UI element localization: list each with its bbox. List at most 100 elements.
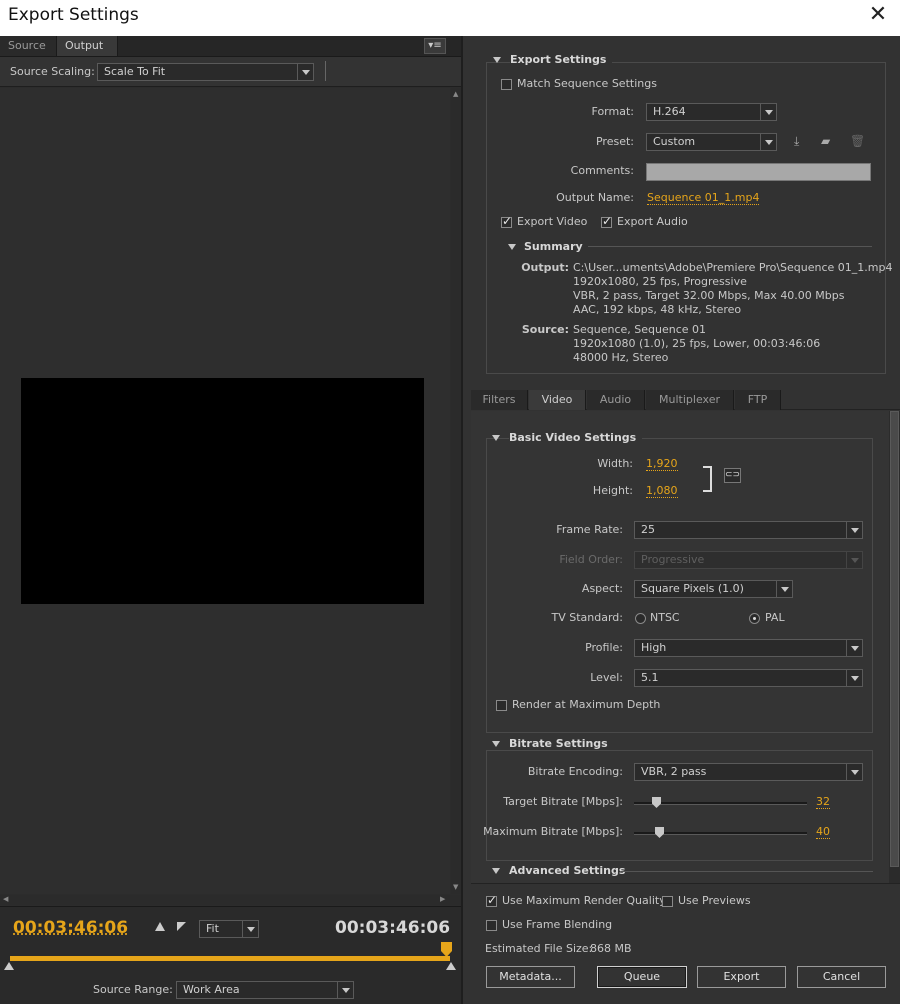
tab-ftp[interactable]: FTP <box>735 390 781 410</box>
chevron-down-icon <box>846 522 862 538</box>
comments-input[interactable] <box>646 163 871 181</box>
preview-horizontal-scrollbar[interactable]: ◀ ▶ <box>0 895 461 905</box>
bitrate-encoding-value: VBR, 2 pass <box>641 765 707 778</box>
field-order-value: Progressive <box>641 553 705 566</box>
format-label: Format: <box>591 105 634 118</box>
use-previews-checkbox[interactable] <box>662 896 673 907</box>
level-value: 5.1 <box>641 671 659 684</box>
chevron-down-icon <box>846 552 862 568</box>
preview-area <box>0 88 450 894</box>
queue-button[interactable]: Queue <box>597 966 687 988</box>
source-range-dropdown[interactable]: Work Area <box>176 981 354 999</box>
scroll-down-icon[interactable]: ▼ <box>453 883 458 891</box>
summary-source-line: 1920x1080 (1.0), 25 fps, Lower, 00:03:46… <box>573 337 821 350</box>
basic-video-header: Basic Video Settings <box>509 431 643 444</box>
export-audio-checkbox[interactable] <box>601 214 612 228</box>
width-value[interactable]: 1,920 <box>646 457 678 471</box>
current-timecode[interactable]: 00:03:46:06 <box>13 918 128 938</box>
scroll-up-icon[interactable]: ▲ <box>453 90 458 98</box>
source-scaling-label: Source Scaling: <box>10 65 95 78</box>
metadata-button[interactable]: Metadata... <box>486 966 575 988</box>
chevron-down-icon <box>846 670 862 686</box>
frame-rate-value: 25 <box>641 523 655 536</box>
save-preset-icon[interactable]: ⤓ <box>794 134 809 148</box>
collapse-basic-video-icon[interactable] <box>492 435 500 441</box>
estimated-file-size-label: Estimated File Size: <box>485 942 593 955</box>
chevron-down-icon <box>297 64 313 80</box>
panel-menu-icon[interactable]: ▾≡ <box>424 38 446 54</box>
tab-audio[interactable]: Audio <box>587 390 645 410</box>
preview-panel: Source Output ▾≡ Source Scaling: Scale T… <box>0 36 463 1004</box>
preset-dropdown[interactable]: Custom <box>646 133 777 151</box>
output-name-link[interactable]: Sequence 01_1.mp4 <box>647 191 760 205</box>
cancel-button[interactable]: Cancel <box>797 966 886 988</box>
height-value[interactable]: 1,080 <box>646 484 678 498</box>
source-range-value: Work Area <box>183 983 240 996</box>
pal-radio[interactable] <box>749 613 760 624</box>
scrollbar-thumb[interactable] <box>890 411 899 867</box>
export-button[interactable]: Export <box>697 966 786 988</box>
link-icon[interactable]: ⊂⊃ <box>724 468 741 483</box>
use-frame-blending-checkbox[interactable] <box>486 920 497 931</box>
scroll-right-icon[interactable]: ▶ <box>440 895 445 903</box>
advanced-divider <box>621 871 873 872</box>
field-order-dropdown: Progressive <box>634 551 863 569</box>
source-scaling-dropdown[interactable]: Scale To Fit <box>97 63 314 81</box>
profile-dropdown[interactable]: High <box>634 639 863 657</box>
tab-output[interactable]: Output <box>57 36 118 56</box>
collapse-bitrate-icon[interactable] <box>492 741 500 747</box>
render-max-depth-checkbox[interactable] <box>496 700 507 711</box>
max-bitrate-value[interactable]: 40 <box>816 825 830 839</box>
width-label: Width: <box>597 457 633 470</box>
export-audio-label: Export Audio <box>617 215 688 228</box>
aspect-dropdown[interactable]: Square Pixels (1.0) <box>634 580 793 598</box>
profile-label: Profile: <box>585 641 623 654</box>
scroll-left-icon[interactable]: ◀ <box>3 895 8 903</box>
match-sequence-checkbox[interactable] <box>501 79 512 90</box>
format-dropdown[interactable]: H.264 <box>646 103 777 121</box>
source-scaling-value: Scale To Fit <box>104 65 166 78</box>
set-in-point-icon[interactable] <box>155 922 165 931</box>
frame-rate-dropdown[interactable]: 25 <box>634 521 863 539</box>
summary-source-line: 48000 Hz, Stereo <box>573 351 669 364</box>
work-area-bar[interactable] <box>10 956 450 961</box>
comments-label: Comments: <box>570 164 634 177</box>
use-previews-label: Use Previews <box>678 894 751 907</box>
tab-multiplexer[interactable]: Multiplexer <box>646 390 734 410</box>
bitrate-encoding-dropdown[interactable]: VBR, 2 pass <box>634 763 863 781</box>
summary-output-line: VBR, 2 pass, Target 32.00 Mbps, Max 40.0… <box>573 289 845 302</box>
use-max-render-checkbox[interactable] <box>486 893 497 907</box>
export-video-checkbox[interactable] <box>501 214 512 228</box>
collapse-advanced-icon[interactable] <box>492 868 500 874</box>
playhead-icon[interactable] <box>441 942 452 957</box>
title-bar: Export Settings ✕ <box>0 0 900 36</box>
chevron-down-icon <box>337 982 353 998</box>
collapse-export-settings-icon[interactable] <box>493 57 501 63</box>
out-point-handle-icon[interactable] <box>446 962 456 970</box>
chevron-down-icon <box>776 581 792 597</box>
chevron-down-icon <box>760 134 776 150</box>
level-label: Level: <box>590 671 623 684</box>
target-bitrate-value[interactable]: 32 <box>816 795 830 809</box>
tab-filters[interactable]: Filters <box>471 390 528 410</box>
zoom-value: Fit <box>206 922 219 935</box>
profile-value: High <box>641 641 667 654</box>
tab-video[interactable]: Video <box>529 390 586 410</box>
zoom-dropdown[interactable]: Fit <box>199 920 259 938</box>
window-title: Export Settings <box>8 5 139 25</box>
in-point-handle-icon[interactable] <box>4 962 14 970</box>
close-icon[interactable]: ✕ <box>866 3 890 27</box>
tab-source[interactable]: Source <box>0 36 57 56</box>
max-bitrate-label: Maximum Bitrate [Mbps]: <box>483 825 623 838</box>
preview-vertical-scrollbar[interactable]: ▲ ▼ <box>451 88 461 894</box>
ntsc-radio[interactable] <box>635 613 646 624</box>
import-preset-icon[interactable]: ▰ <box>821 134 839 148</box>
end-timecode: 00:03:46:06 <box>335 918 451 938</box>
settings-vertical-scrollbar[interactable] <box>889 411 900 883</box>
preset-value: Custom <box>653 135 696 148</box>
collapse-summary-icon[interactable] <box>508 244 516 250</box>
set-out-point-icon[interactable] <box>177 922 186 931</box>
level-dropdown[interactable]: 5.1 <box>634 669 863 687</box>
delete-preset-icon[interactable]: 🗑 <box>850 134 865 148</box>
summary-output-label: Output: <box>521 261 569 274</box>
